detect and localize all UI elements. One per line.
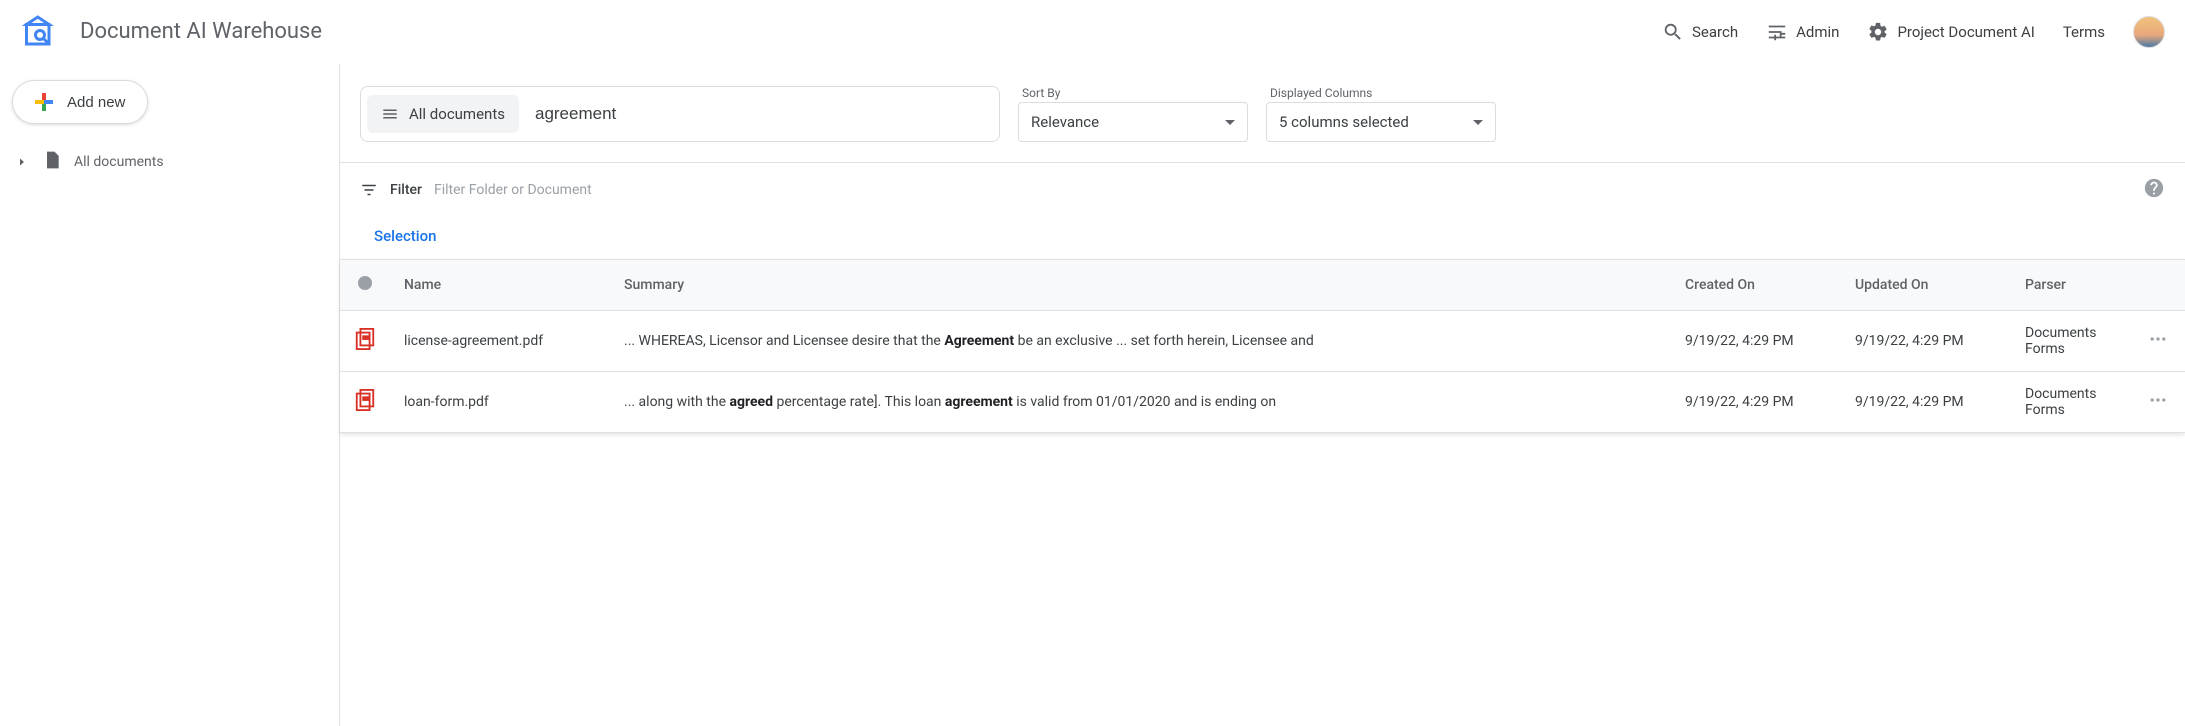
pdf-icon [354,328,376,350]
sidebar-all-docs-label: All documents [74,154,164,170]
row-updated: 9/19/22, 4:29 PM [1841,372,2011,433]
nav-project[interactable]: Project Document AI [1867,21,2034,43]
row-parser: Documents Forms [2011,311,2131,372]
filter-icon [360,181,378,199]
filter-placeholder[interactable]: Filter Folder or Document [434,182,592,198]
pdf-icon [354,389,376,411]
col-created[interactable]: Created On [1671,260,1841,311]
nav-admin[interactable]: Admin [1766,21,1839,43]
help-icon[interactable] [2143,177,2165,203]
row-name: license-agreement.pdf [390,311,610,372]
col-select[interactable] [340,260,390,311]
row-menu-button[interactable] [2131,372,2185,433]
chevron-down-icon [1473,120,1483,125]
top-bar: Document AI Warehouse Search Admin Proje… [0,0,2185,64]
row-parser: Documents Forms [2011,372,2131,433]
filter-label: Filter [390,182,422,198]
tune-icon [1766,21,1788,43]
row-menu-button[interactable] [2131,311,2185,372]
main-content: All documents Sort By Relevance Displaye… [340,64,2185,726]
col-parser[interactable]: Parser [2011,260,2131,311]
document-icon [42,150,62,174]
row-summary: ... WHEREAS, Licensor and Licensee desir… [610,311,1671,372]
tabs: Selection [340,217,2185,259]
col-summary[interactable]: Summary [610,260,1671,311]
app-title: Document AI Warehouse [80,19,322,44]
row-name: loan-form.pdf [390,372,610,433]
app-logo-icon [20,12,60,52]
plus-icon [35,93,53,111]
search-input[interactable] [529,98,993,130]
col-name[interactable]: Name [390,260,610,311]
tab-selection[interactable]: Selection [374,227,436,245]
search-scope-chip[interactable]: All documents [367,95,519,133]
documents-table: Name Summary Created On Updated On Parse… [340,259,2185,433]
chevron-down-icon [1225,120,1235,125]
nav-terms[interactable]: Terms [2063,23,2105,41]
search-icon [1662,21,1684,43]
scope-label: All documents [409,105,505,123]
nav-project-label: Project Document AI [1897,23,2034,41]
select-all-icon [358,276,372,290]
row-summary: ... along with the agreed percentage rat… [610,372,1671,433]
add-new-button[interactable]: Add new [12,80,148,124]
nav-admin-label: Admin [1796,23,1839,41]
filter-bar: Filter Filter Folder or Document [340,162,2185,217]
sort-by-dropdown[interactable]: Relevance [1018,102,1248,142]
nav-search-label: Search [1692,23,1738,41]
sort-by-label: Sort By [1022,86,1248,100]
col-updated[interactable]: Updated On [1841,260,2011,311]
user-avatar[interactable] [2133,16,2165,48]
gear-icon [1867,21,1889,43]
table-row[interactable]: license-agreement.pdf... WHEREAS, Licens… [340,311,2185,372]
columns-value: 5 columns selected [1279,113,1409,131]
sidebar: Add new All documents [0,64,340,726]
table-row[interactable]: loan-form.pdf... along with the agreed p… [340,372,2185,433]
nav-search[interactable]: Search [1662,21,1738,43]
nav-terms-label: Terms [2063,23,2105,41]
row-updated: 9/19/22, 4:29 PM [1841,311,2011,372]
columns-label: Displayed Columns [1270,86,1496,100]
row-created: 9/19/22, 4:29 PM [1671,311,1841,372]
search-bar: All documents [360,86,1000,142]
row-created: 9/19/22, 4:29 PM [1671,372,1841,433]
sort-by-value: Relevance [1031,113,1099,131]
row-type-icon [340,372,390,433]
list-icon [381,105,399,123]
sidebar-item-all-documents[interactable]: All documents [8,142,331,182]
columns-dropdown[interactable]: 5 columns selected [1266,102,1496,142]
row-type-icon [340,311,390,372]
add-new-label: Add new [67,94,125,111]
chevron-right-icon [14,156,30,168]
